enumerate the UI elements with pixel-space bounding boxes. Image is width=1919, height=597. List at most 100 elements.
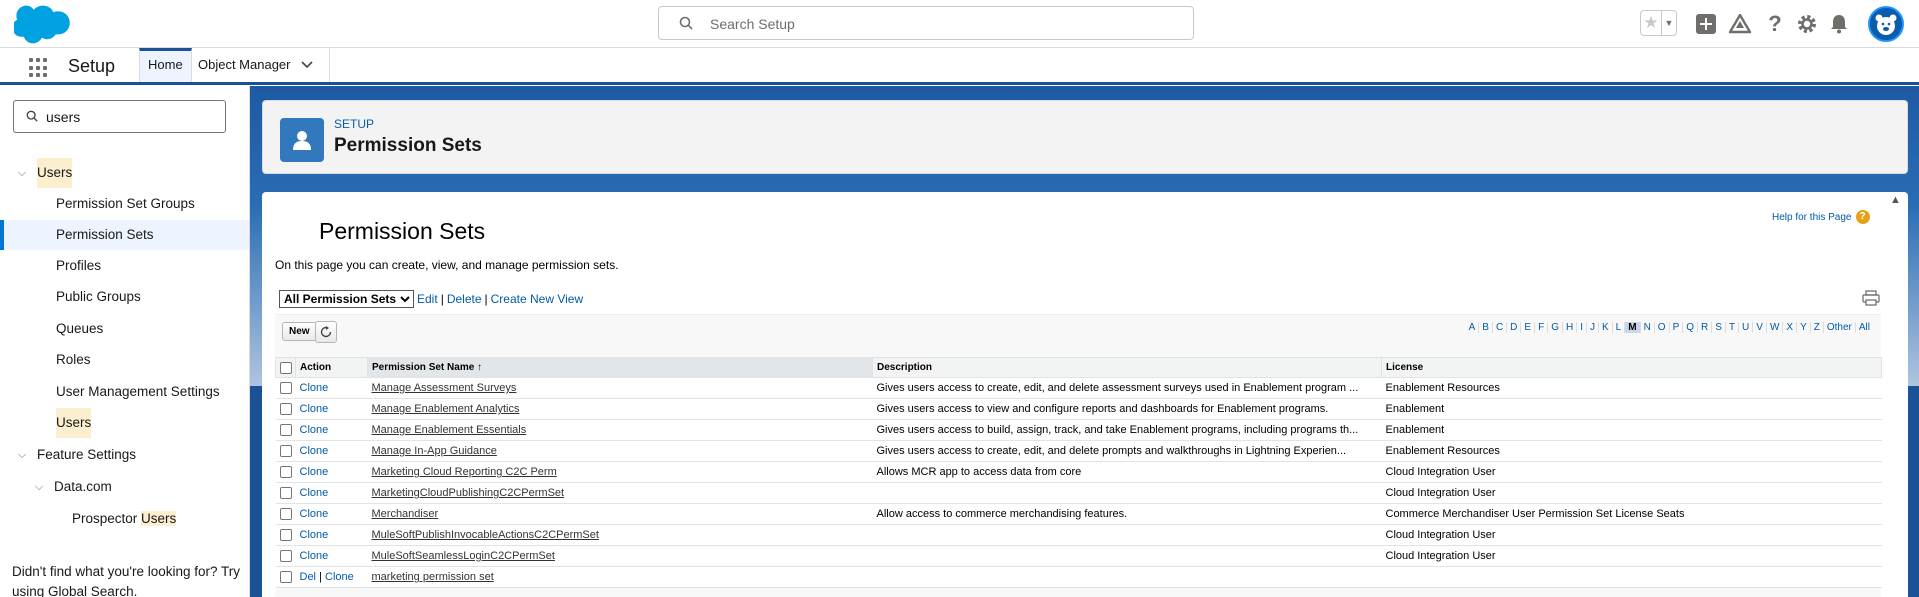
permission-set-link[interactable]: Manage Assessment Surveys xyxy=(372,382,517,394)
alpha-filter-link[interactable]: G xyxy=(1547,322,1562,333)
help-icon[interactable]: ? xyxy=(1763,11,1787,36)
clone-link[interactable]: Clone xyxy=(325,571,354,583)
alpha-filter-link[interactable]: I xyxy=(1576,322,1586,333)
col-description[interactable]: Description xyxy=(872,357,1382,378)
select-all-checkbox[interactable] xyxy=(280,361,292,374)
row-checkbox[interactable] xyxy=(279,424,292,437)
row-checkbox[interactable] xyxy=(279,403,292,416)
help-link-label[interactable]: Help for this Page xyxy=(1772,212,1852,223)
alpha-filter-link[interactable]: K xyxy=(1597,322,1612,333)
clone-link[interactable]: Clone xyxy=(300,424,329,436)
tab-home[interactable]: Home xyxy=(139,48,192,82)
chevron-down-icon[interactable]: ⌵ xyxy=(15,158,29,188)
alpha-filter-link[interactable]: Other xyxy=(1822,322,1855,333)
tree-node-data-com[interactable]: ⌵ Data.com xyxy=(0,472,249,502)
permission-set-link[interactable]: Manage Enablement Analytics xyxy=(372,403,520,415)
permission-set-link[interactable]: Merchandiser xyxy=(372,508,439,520)
alpha-filter-link[interactable]: M xyxy=(1624,322,1640,333)
alpha-filter-link[interactable]: E xyxy=(1520,322,1534,333)
sidebar-item-profiles[interactable]: Profiles xyxy=(0,251,249,281)
sidebar-item-user-management-settings[interactable]: User Management Settings xyxy=(0,377,249,407)
scroll-up-icon[interactable]: ▲ xyxy=(1890,194,1901,206)
permission-set-link[interactable]: Marketing Cloud Reporting C2C Perm xyxy=(372,466,557,478)
clone-link[interactable]: Clone xyxy=(300,403,329,415)
alpha-filter-link[interactable]: H xyxy=(1561,322,1576,333)
col-name[interactable]: Permission Set Name ↑ xyxy=(367,357,873,378)
new-button[interactable]: New xyxy=(282,322,317,341)
alpha-filter-link[interactable]: L xyxy=(1611,322,1625,333)
alpha-filter-link[interactable]: D xyxy=(1506,322,1520,333)
favorites-button[interactable]: ★ ▼ xyxy=(1640,10,1677,36)
row-checkbox[interactable] xyxy=(279,571,292,584)
clone-link[interactable]: Clone xyxy=(300,529,329,541)
permission-set-link[interactable]: marketing permission set xyxy=(372,571,494,583)
clone-link[interactable]: Clone xyxy=(300,445,329,457)
col-license[interactable]: License xyxy=(1381,357,1882,378)
alpha-filter-link[interactable]: V xyxy=(1752,322,1766,333)
create-view-link[interactable]: Create New View xyxy=(491,292,583,306)
clone-link[interactable]: Clone xyxy=(300,487,329,499)
tree-node-feature-settings[interactable]: ⌵ Feature Settings xyxy=(0,440,249,470)
alpha-filter-link[interactable]: P xyxy=(1668,322,1683,333)
sidebar-item-permission-sets[interactable]: Permission Sets xyxy=(0,220,249,250)
alpha-filter-link[interactable]: Y xyxy=(1796,322,1810,333)
clone-link[interactable]: Clone xyxy=(300,508,329,520)
favorites-dropdown-icon[interactable]: ▼ xyxy=(1662,11,1676,35)
row-checkbox[interactable] xyxy=(279,466,292,479)
chevron-down-icon[interactable] xyxy=(301,48,313,82)
alpha-filter-link[interactable]: T xyxy=(1724,322,1738,333)
setup-gear-icon[interactable] xyxy=(1795,12,1819,36)
alpha-filter-link[interactable]: F xyxy=(1534,322,1547,333)
salesforce-logo[interactable] xyxy=(14,4,74,44)
alpha-filter-link[interactable]: A xyxy=(1466,322,1479,333)
refresh-icon[interactable] xyxy=(315,321,337,343)
row-checkbox[interactable] xyxy=(279,529,292,542)
sidebar-item-queues[interactable]: Queues xyxy=(0,314,249,344)
clone-link[interactable]: Clone xyxy=(300,466,329,478)
alpha-filter-link[interactable]: R xyxy=(1697,322,1711,333)
alpha-filter-link[interactable]: N xyxy=(1639,322,1654,333)
global-actions-plus-icon[interactable] xyxy=(1694,12,1718,36)
row-checkbox[interactable] xyxy=(279,382,292,395)
chevron-down-icon[interactable]: ⌵ xyxy=(15,440,29,470)
help-question-icon[interactable]: ? xyxy=(1855,210,1870,224)
row-checkbox[interactable] xyxy=(279,445,292,458)
del-link[interactable]: Del xyxy=(300,571,317,583)
row-checkbox[interactable] xyxy=(279,508,292,521)
alpha-filter-link[interactable]: B xyxy=(1478,322,1492,333)
permission-set-link[interactable]: Manage In-App Guidance xyxy=(372,445,497,457)
permission-set-link[interactable]: MuleSoftSeamlessLoginC2CPermSet xyxy=(372,550,555,562)
favorites-star-icon[interactable]: ★ xyxy=(1641,11,1662,35)
quick-find[interactable] xyxy=(13,100,226,133)
alpha-filter-link[interactable]: Q xyxy=(1682,322,1697,333)
alpha-filter-link[interactable]: X xyxy=(1782,322,1796,333)
sidebar-item-users[interactable]: Users xyxy=(0,408,249,438)
alpha-filter-link[interactable]: All xyxy=(1854,322,1873,333)
setup-search[interactable] xyxy=(658,6,1194,40)
tab-object-manager[interactable]: Object Manager xyxy=(190,48,330,82)
help-link[interactable]: Help for this Page ? xyxy=(1772,210,1870,224)
alpha-filter-link[interactable]: W xyxy=(1765,322,1782,333)
view-select[interactable]: All Permission Sets xyxy=(279,290,414,308)
clone-link[interactable]: Clone xyxy=(300,382,329,394)
row-checkbox[interactable] xyxy=(279,550,292,563)
alpha-filter-link[interactable]: J xyxy=(1585,322,1598,333)
alpha-filter-link[interactable]: O xyxy=(1653,322,1669,333)
alpha-filter-link[interactable]: U xyxy=(1738,322,1752,333)
sidebar-item-public-groups[interactable]: Public Groups xyxy=(0,282,249,312)
avatar[interactable] xyxy=(1868,6,1904,42)
app-launcher-icon[interactable] xyxy=(29,58,49,78)
edit-view-link[interactable]: Edit xyxy=(417,292,438,306)
notifications-bell-icon[interactable] xyxy=(1827,12,1851,36)
alpha-filter-link[interactable]: Z xyxy=(1809,322,1823,333)
chevron-down-icon[interactable]: ⌵ xyxy=(32,472,46,502)
printer-icon[interactable] xyxy=(1862,290,1880,309)
setup-search-input[interactable] xyxy=(710,14,1150,34)
permission-set-link[interactable]: MuleSoftPublishInvocableActionsC2CPermSe… xyxy=(372,529,599,541)
quick-find-input[interactable] xyxy=(46,107,216,127)
alpha-filter-link[interactable]: C xyxy=(1491,322,1506,333)
permission-set-link[interactable]: Manage Enablement Essentials xyxy=(372,424,527,436)
alpha-filter-link[interactable]: S xyxy=(1711,322,1725,333)
trailhead-icon[interactable] xyxy=(1728,12,1752,36)
sidebar-item-prospector-users[interactable]: Prospector Users xyxy=(0,504,249,534)
